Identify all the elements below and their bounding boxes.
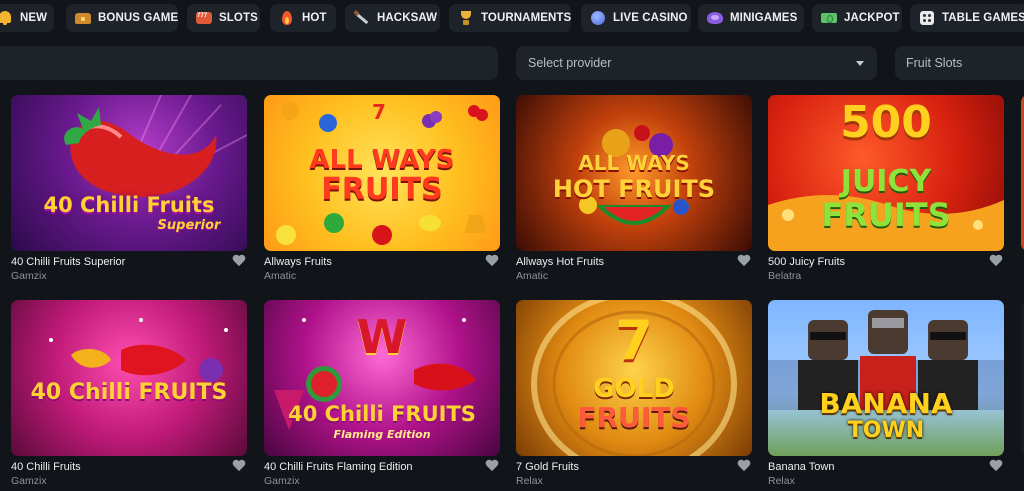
- category-label: HOT: [302, 12, 327, 24]
- game-card[interactable]: 40 Chilli Fruits Superior 40 Chilli Frui…: [11, 95, 247, 282]
- trophy-icon: [458, 10, 474, 26]
- chilli-fruits-art: [49, 318, 228, 382]
- category-slots[interactable]: SLOTS: [187, 4, 260, 32]
- favorite-heart-icon[interactable]: [989, 460, 1003, 473]
- game-provider: Relax: [516, 475, 543, 487]
- game-thumbnail[interactable]: 7 ALL WAYS FRUITS: [264, 95, 500, 251]
- game-art-title: ALL WAYS: [578, 151, 690, 175]
- chevron-down-icon: [856, 60, 864, 66]
- category-label: JACKPOT: [844, 12, 900, 24]
- category-hot[interactable]: HOT: [270, 4, 336, 32]
- category-label: MINIGAMES: [730, 12, 798, 24]
- favorite-heart-icon[interactable]: [989, 255, 1003, 268]
- provider-select[interactable]: Select provider: [516, 46, 877, 80]
- game-name[interactable]: Allways Hot Fruits: [516, 256, 604, 268]
- search-input[interactable]: [0, 46, 498, 80]
- game-thumbnail[interactable]: BANANA TOWN: [768, 300, 1004, 456]
- game-card[interactable]: BANANA TOWN Banana Town Relax: [768, 300, 1004, 487]
- game-thumbnail[interactable]: ALL WAYS HOT FRUITS: [516, 95, 752, 251]
- game-card[interactable]: 7 GOLD FRUITS 7 Gold Fruits Relax: [516, 300, 752, 487]
- game-thumbnail[interactable]: 500 JUICY FRUITS: [768, 95, 1004, 251]
- game-art-number: 500: [840, 97, 932, 148]
- category-label: TOURNAMENTS: [481, 12, 572, 24]
- slot-machine-icon: [196, 10, 212, 26]
- category-bonus-game[interactable]: BONUS GAME: [66, 4, 178, 32]
- category-tournaments[interactable]: TOURNAMENTS: [449, 4, 571, 32]
- game-provider: Gamzix: [11, 475, 47, 487]
- game-provider: Belatra: [768, 270, 802, 282]
- casino-page: NEW BONUS GAME SLOTS HOT HACKSAW TOURNAM…: [0, 0, 1024, 491]
- saw-icon: [354, 10, 370, 26]
- category-label: SLOTS: [219, 12, 258, 24]
- treasure-chest-icon: [75, 10, 91, 26]
- favorite-heart-icon[interactable]: [232, 460, 246, 473]
- game-name[interactable]: Banana Town: [768, 461, 834, 473]
- game-card[interactable]: 7 ALL WAYS FRUITS Allways Fruits Amatic: [264, 95, 500, 282]
- favorite-heart-icon[interactable]: [485, 255, 499, 268]
- game-art-subtitle: FRUITS: [577, 401, 691, 434]
- category-jackpot[interactable]: JACKPOT: [812, 4, 902, 32]
- dice-icon: [919, 10, 935, 26]
- favorite-heart-icon[interactable]: [737, 460, 751, 473]
- category-select-label: Fruit Slots: [906, 56, 963, 70]
- game-name[interactable]: 40 Chilli Fruits Flaming Edition: [264, 461, 413, 473]
- category-label: BONUS GAME: [98, 12, 179, 24]
- game-name[interactable]: 40 Chilli Fruits: [11, 461, 81, 473]
- game-art-subtitle: FRUITS: [821, 196, 951, 234]
- game-art-subtitle: TOWN: [847, 418, 925, 443]
- provider-select-label: Select provider: [528, 56, 612, 70]
- game-art-number: 7: [615, 309, 653, 372]
- game-art-letter: W: [356, 310, 408, 364]
- globe-icon: [590, 10, 606, 26]
- cash-icon: [821, 10, 837, 26]
- svg-text:7: 7: [372, 100, 386, 124]
- game-provider: Amatic: [516, 270, 549, 282]
- game-art-subtitle: HOT FRUITS: [552, 175, 716, 203]
- game-provider: Amatic: [264, 270, 297, 282]
- game-provider: Gamzix: [264, 475, 300, 487]
- game-art-subtitle: Superior: [157, 218, 221, 233]
- game-name[interactable]: Allways Fruits: [264, 256, 332, 268]
- game-card[interactable]: ALL WAYS HOT FRUITS Allways Hot Fruits A…: [516, 95, 752, 282]
- game-art-subtitle: FRUITS: [321, 172, 443, 207]
- category-new[interactable]: NEW: [0, 4, 54, 32]
- game-thumbnail[interactable]: W 40 Chilli FRUITS Flaming Edition: [264, 300, 500, 456]
- game-provider: Gamzix: [11, 270, 47, 282]
- favorite-heart-icon[interactable]: [737, 255, 751, 268]
- category-minigames[interactable]: MINIGAMES: [698, 4, 804, 32]
- game-art-subtitle: Flaming Edition: [333, 428, 431, 441]
- game-art-title: GOLD: [593, 374, 675, 404]
- bell-icon: [0, 10, 13, 26]
- game-name[interactable]: 500 Juicy Fruits: [768, 256, 845, 268]
- game-art-title: BANANA: [819, 387, 953, 420]
- category-label: HACKSAW: [377, 12, 438, 24]
- category-hacksaw[interactable]: HACKSAW: [345, 4, 440, 32]
- category-label: LIVE CASINO: [613, 12, 688, 24]
- favorite-heart-icon[interactable]: [485, 460, 499, 473]
- game-card[interactable]: W 40 Chilli FRUITS Flaming Edition 40 Ch…: [264, 300, 500, 487]
- category-nav: NEW BONUS GAME SLOTS HOT HACKSAW TOURNAM…: [0, 4, 1024, 32]
- heart-icon: [707, 10, 723, 26]
- game-art-title: ALL WAYS: [309, 145, 455, 175]
- game-art-title: 40 Chilli FRUITS: [30, 380, 228, 405]
- game-name[interactable]: 40 Chilli Fruits Superior: [11, 256, 125, 268]
- game-thumbnail[interactable]: 40 Chilli Fruits Superior: [11, 95, 247, 251]
- category-label: TABLE GAMES: [942, 12, 1024, 24]
- game-card[interactable]: 500 JUICY FRUITS 500 Juicy Fruits Belatr…: [768, 95, 1004, 282]
- category-label: NEW: [20, 12, 48, 24]
- game-thumbnail[interactable]: 7 GOLD FRUITS: [516, 300, 752, 456]
- category-live-casino[interactable]: LIVE CASINO: [581, 4, 691, 32]
- game-name[interactable]: 7 Gold Fruits: [516, 461, 579, 473]
- fire-icon: [279, 10, 295, 26]
- game-art-title: JUICY: [840, 164, 932, 199]
- favorite-heart-icon[interactable]: [232, 255, 246, 268]
- game-art-title: 40 Chilli FRUITS: [288, 402, 476, 426]
- game-provider: Relax: [768, 475, 795, 487]
- game-card[interactable]: 40 Chilli FRUITS 40 Chilli Fruits Gamzix: [11, 300, 247, 487]
- category-table-games[interactable]: TABLE GAMES: [910, 4, 1024, 32]
- category-select[interactable]: Fruit Slots: [895, 46, 1024, 80]
- game-art-title: 40 Chilli Fruits: [43, 193, 215, 217]
- game-thumbnail[interactable]: 40 Chilli FRUITS: [11, 300, 247, 456]
